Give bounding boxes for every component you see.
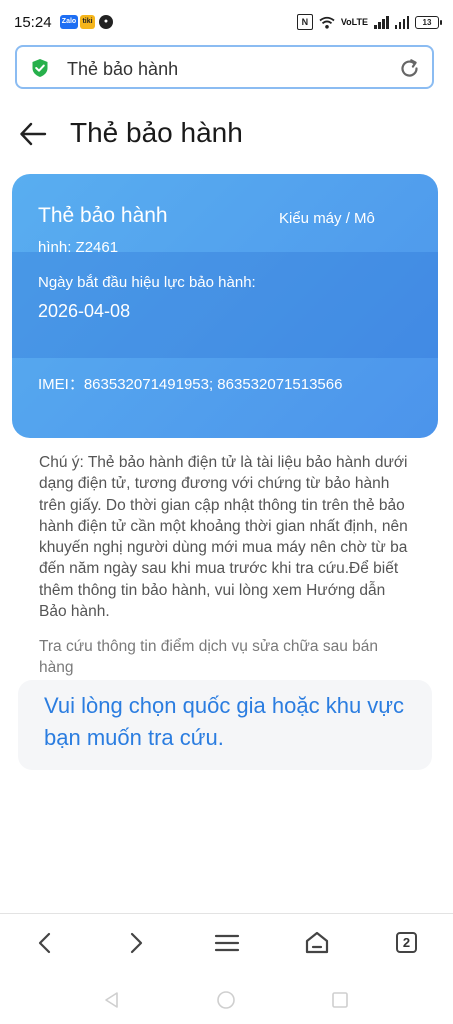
url-bar[interactable]: Thẻ bảo hành	[15, 45, 434, 89]
toolbar-divider	[0, 913, 453, 914]
status-icons: N VoLTE 13	[296, 13, 442, 31]
card-model-value: hình: Z2461	[38, 239, 119, 256]
reload-icon[interactable]	[399, 58, 420, 79]
forward-icon[interactable]	[121, 928, 151, 958]
system-recents-icon[interactable]	[330, 990, 350, 1010]
wifi-icon	[319, 16, 335, 29]
signal-sim1-icon	[374, 15, 389, 29]
nfc-icon: N	[296, 14, 313, 30]
tiki-notification-icon: tiki	[80, 15, 95, 29]
url-text[interactable]: Thẻ bảo hành	[67, 59, 178, 80]
home-icon[interactable]	[302, 928, 332, 958]
shield-check-icon	[32, 59, 48, 77]
back-icon[interactable]	[30, 928, 60, 958]
page-title: Thẻ bảo hành	[70, 117, 243, 148]
menu-icon[interactable]	[212, 928, 242, 958]
region-select-box[interactable]: Vui lòng chọn quốc gia hoặc khu vực bạn …	[18, 680, 432, 770]
service-lookup-label: Tra cứu thông tin điểm dịch vụ sửa chữa …	[39, 638, 379, 677]
status-bar: 15:24 Zalo tiki ● N VoLTE 13	[0, 0, 453, 44]
zalo-notification-icon: Zalo	[60, 15, 78, 29]
signal-sim2-icon	[394, 15, 409, 29]
warranty-card: Thẻ bảo hành Kiểu máy / Mô hình: Z2461 N…	[12, 174, 438, 438]
region-select-prompt[interactable]: Vui lòng chọn quốc gia hoặc khu vực bạn …	[44, 690, 414, 754]
volte-label: VoLTE	[340, 17, 368, 27]
warranty-note: Chú ý: Thẻ bảo hành điện tử là tài liệu …	[39, 454, 408, 621]
card-start-label: Ngày bắt đầu hiệu lực bảo hành:	[38, 274, 256, 291]
battery-icon: 13	[415, 15, 442, 29]
card-title: Thẻ bảo hành	[38, 204, 168, 227]
system-home-icon[interactable]	[216, 990, 236, 1010]
back-arrow-icon[interactable]	[19, 120, 47, 148]
camera-notification-icon: ●	[99, 15, 113, 29]
card-start-date: 2026-04-08	[38, 301, 131, 321]
status-time: 15:24	[14, 14, 52, 31]
tabs-count-button[interactable]: 2	[396, 932, 417, 953]
card-model-label: Kiểu máy / Mô	[279, 210, 375, 227]
card-imei: IMEI：863532071491953; 863532071513566	[38, 376, 343, 393]
system-back-icon[interactable]	[102, 990, 122, 1010]
